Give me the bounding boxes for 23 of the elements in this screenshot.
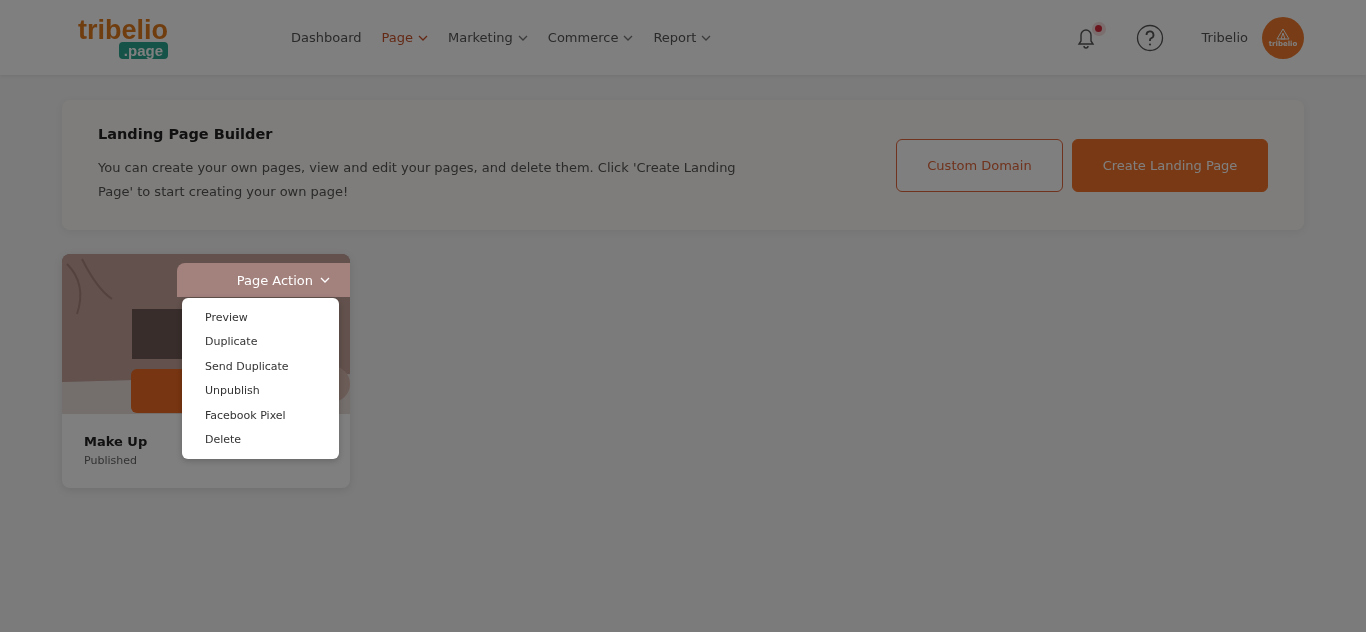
nav-item[interactable]: Marketing bbox=[448, 30, 528, 45]
page-card[interactable]: Make Up Published Page Action Preview Duplicate Send Duplicate Unpublish Facebook Pixel Delete bbox=[62, 254, 350, 488]
page-status: Published bbox=[84, 454, 137, 467]
nav-item[interactable]: Page bbox=[381, 30, 428, 45]
menu-item[interactable]: Send Duplicate bbox=[182, 354, 339, 379]
user-name[interactable]: Tribelio bbox=[1201, 30, 1248, 45]
banner-title: Landing Page Builder bbox=[98, 126, 274, 142]
menu-item[interactable]: Delete bbox=[182, 427, 339, 452]
nav-item[interactable]: Dashboard bbox=[291, 30, 362, 45]
banner-description: You can create your own pages, view and edit your pages, and delete them. Click 'Create Landing Page' to start creating your own page! bbox=[98, 159, 737, 201]
caret-icon bbox=[320, 277, 330, 283]
domain-button[interactable]: Custom Domain bbox=[896, 138, 1063, 192]
menu-item[interactable]: Facebook Pixel bbox=[182, 403, 339, 428]
menu-item[interactable]: Preview bbox=[182, 305, 339, 330]
nav-item[interactable]: Report bbox=[653, 30, 712, 45]
nav-item[interactable]: Commerce bbox=[547, 30, 634, 45]
menu-item[interactable]: Duplicate bbox=[182, 329, 339, 354]
page-action-button[interactable]: Page Action bbox=[177, 263, 350, 297]
menu-item[interactable]: Unpublish bbox=[182, 378, 339, 403]
create-button[interactable]: Create Landing Page bbox=[1072, 138, 1268, 192]
logo[interactable]: tribelio .page bbox=[62, 16, 168, 59]
page-title: Make Up bbox=[84, 434, 148, 449]
help-icon[interactable] bbox=[1135, 23, 1164, 52]
